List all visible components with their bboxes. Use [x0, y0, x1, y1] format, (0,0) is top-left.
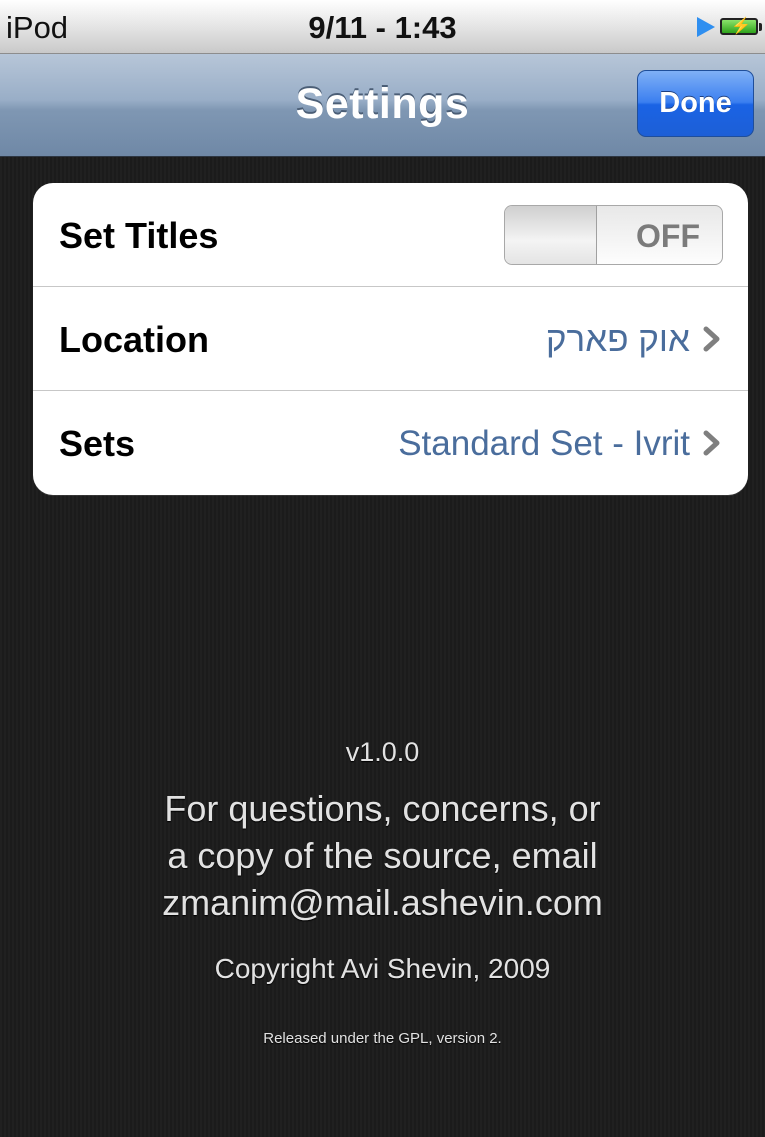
contact-line-2: a copy of the source, email [167, 835, 598, 876]
chevron-right-icon [703, 430, 720, 456]
set-titles-label: Set Titles [59, 215, 219, 256]
status-bar: iPod 9/11 - 1:43 ⚡ [0, 0, 765, 54]
sets-row[interactable]: Sets Standard Set - Ivrit [33, 391, 748, 495]
settings-content: Set Titles OFF Location אוק פארק Sets St… [0, 157, 765, 1137]
done-button[interactable]: Done [637, 70, 754, 137]
copyright-text: Copyright Avi Shevin, 2009 [214, 953, 551, 984]
status-time: 9/11 - 1:43 [308, 10, 457, 45]
set-titles-row: Set Titles OFF [33, 183, 748, 287]
license-text: Released under the GPL, version 2. [263, 1030, 502, 1047]
set-titles-toggle[interactable]: OFF [504, 205, 723, 265]
settings-group: Set Titles OFF Location אוק פארק Sets St… [33, 183, 748, 495]
contact-line-1: For questions, concerns, or [164, 788, 601, 829]
sets-label: Sets [59, 423, 136, 464]
navigation-bar: Settings Done [0, 54, 765, 157]
play-icon [697, 17, 715, 37]
location-value: אוק פארק [545, 320, 690, 359]
location-row[interactable]: Location אוק פארק [33, 287, 748, 391]
sets-value: Standard Set - Ivrit [398, 424, 690, 463]
version-label: v1.0.0 [345, 737, 420, 767]
contact-text: For questions, concerns, or a copy of th… [0, 785, 765, 926]
toggle-state-label: OFF [636, 218, 700, 254]
battery-charging-icon: ⚡ [720, 18, 762, 35]
toggle-knob [505, 206, 597, 264]
chevron-right-icon [703, 326, 720, 352]
location-label: Location [59, 319, 209, 360]
contact-email: zmanim@mail.ashevin.com [162, 882, 603, 923]
